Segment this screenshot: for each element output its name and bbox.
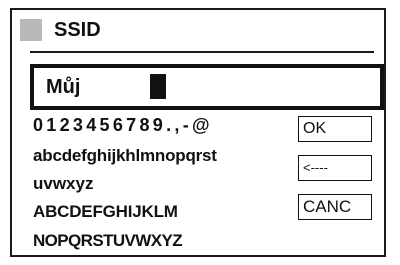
- char-row-uppercase-2[interactable]: NOPQRSTUVWXYZ: [33, 230, 183, 252]
- char-row-uppercase-1[interactable]: ABCDEFGHIJKLM: [33, 201, 178, 223]
- dialog-title: SSID: [54, 19, 101, 41]
- ok-button[interactable]: OK: [298, 116, 372, 142]
- backspace-button[interactable]: <----: [298, 155, 372, 181]
- char-row-lowercase-2[interactable]: uvwxyz: [33, 173, 93, 195]
- ssid-input[interactable]: Můj: [30, 64, 384, 110]
- square-icon: [20, 19, 42, 41]
- char-row-lowercase-1[interactable]: abcdefghijkhlmnopqrst: [33, 145, 217, 167]
- cancel-button[interactable]: CANC: [298, 194, 372, 220]
- ssid-input-value: Můj: [46, 76, 81, 98]
- char-row-digits[interactable]: 0123456789.,-@: [33, 114, 213, 136]
- text-cursor: [150, 74, 166, 99]
- title-divider: [30, 51, 374, 53]
